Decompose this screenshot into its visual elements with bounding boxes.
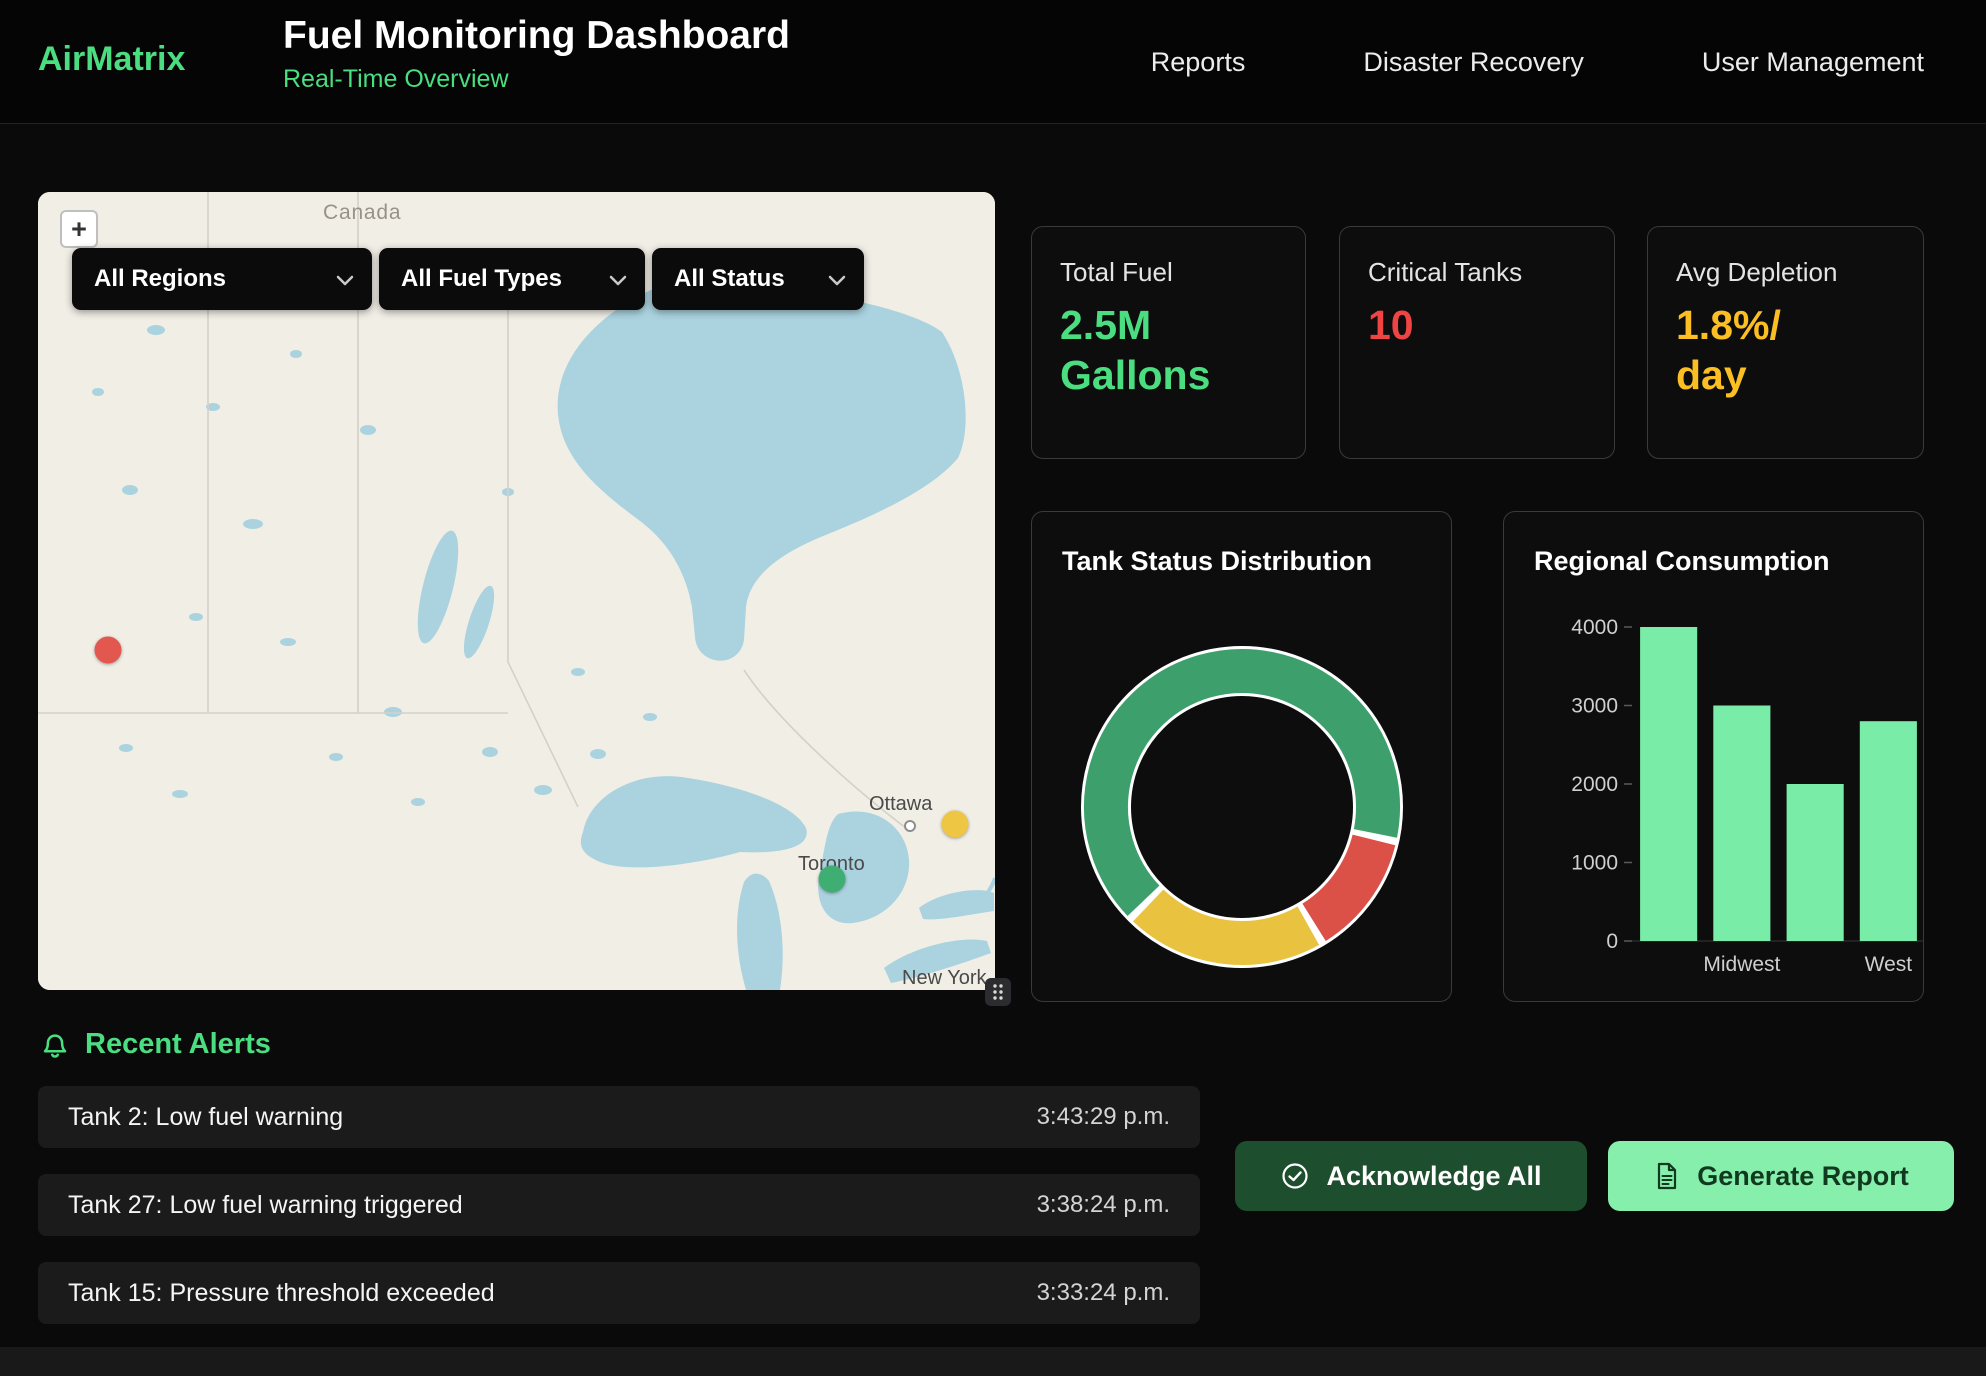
resize-handle[interactable] [985, 978, 1011, 1006]
zoom-in-button[interactable]: + [60, 210, 98, 248]
alert-time: 3:38:24 p.m. [1037, 1191, 1170, 1219]
consumption-bar-0 [1640, 627, 1697, 941]
alert-message: Tank 15: Pressure threshold exceeded [68, 1279, 495, 1308]
consumption-bar-3 [1860, 721, 1917, 941]
y-axis-tick-label: 2000 [1571, 773, 1618, 796]
fuel-type-filter-dropdown[interactable]: All Fuel Types [379, 248, 645, 310]
bell-icon [40, 1030, 70, 1060]
ottawa-city-dot [904, 820, 916, 832]
recent-alerts-heading: Recent Alerts [40, 1028, 271, 1061]
stat-card-total-fuel: Total Fuel 2.5M Gallons [1031, 226, 1306, 459]
tank-marker-normal[interactable] [819, 866, 846, 893]
title-block: Fuel Monitoring Dashboard Real-Time Over… [283, 14, 790, 94]
tank-marker-warning[interactable] [942, 811, 969, 838]
fuel-tank-map[interactable]: + All Regions All Fuel Types All Status … [38, 192, 995, 990]
tank-status-donut-chart [1072, 637, 1412, 977]
recent-alerts-title: Recent Alerts [85, 1028, 271, 1061]
consumption-bar-2 [1787, 784, 1844, 941]
y-axis-tick-label: 1000 [1571, 852, 1618, 875]
chevron-down-icon [828, 265, 846, 293]
generate-report-button[interactable]: Generate Report [1608, 1141, 1954, 1211]
alert-time: 3:43:29 p.m. [1037, 1103, 1170, 1131]
region-filter-dropdown[interactable]: All Regions [72, 248, 372, 310]
regional-consumption-card: Regional Consumption 0 1000 2000 3000 4000 Mi… [1503, 511, 1924, 1002]
stat-card-avg-depletion: Avg Depletion 1.8%/ day [1647, 226, 1924, 459]
regional-consumption-bar-chart: 0 1000 2000 3000 4000 Midwest West [1560, 605, 1924, 1002]
map-label-canada: Canada [323, 201, 401, 225]
chevron-down-icon [609, 265, 627, 293]
map-label-new-york: New York [902, 967, 987, 990]
tank-marker-critical[interactable] [95, 637, 122, 664]
stat-value-critical-tanks: 10 [1368, 300, 1586, 350]
recent-alerts-section: Recent Alerts Tank 2: Low fuel warning 3… [0, 1000, 1986, 1350]
y-axis-tick-label: 0 [1606, 930, 1618, 953]
main-nav: Reports Disaster Recovery User Managemen… [1151, 0, 1924, 124]
alert-row[interactable]: Tank 15: Pressure threshold exceeded 3:3… [38, 1262, 1200, 1324]
tank-status-distribution-card: Tank Status Distribution [1031, 511, 1452, 1002]
stat-label: Avg Depletion [1676, 257, 1895, 288]
acknowledge-all-button[interactable]: Acknowledge All [1235, 1141, 1587, 1211]
alert-row[interactable]: Tank 2: Low fuel warning 3:43:29 p.m. [38, 1086, 1200, 1148]
region-filter-label: All Regions [94, 265, 226, 293]
alert-time: 3:33:24 p.m. [1037, 1279, 1170, 1307]
brand-logo[interactable]: AirMatrix [38, 40, 185, 79]
acknowledge-all-label: Acknowledge All [1326, 1161, 1541, 1192]
page-title: Fuel Monitoring Dashboard [283, 14, 790, 58]
chart-title: Tank Status Distribution [1062, 546, 1421, 577]
nav-reports[interactable]: Reports [1151, 47, 1246, 78]
document-icon [1653, 1161, 1681, 1191]
generate-report-label: Generate Report [1697, 1161, 1909, 1192]
stat-value-avg-depletion: 1.8%/ day [1676, 300, 1895, 400]
consumption-bar-1 [1713, 706, 1770, 942]
map-label-ottawa: Ottawa [869, 793, 932, 816]
nav-disaster-recovery[interactable]: Disaster Recovery [1363, 47, 1584, 78]
stat-card-critical-tanks: Critical Tanks 10 [1339, 226, 1615, 459]
grip-dots-icon [990, 981, 1006, 1003]
y-axis-tick-label: 3000 [1571, 695, 1618, 718]
bottom-strip [0, 1347, 1986, 1376]
nav-user-management[interactable]: User Management [1702, 47, 1924, 78]
stat-value-total-fuel: 2.5M Gallons [1060, 300, 1277, 400]
fuel-type-filter-label: All Fuel Types [401, 265, 562, 293]
x-axis-label: West [1865, 953, 1913, 976]
alert-row[interactable]: Tank 27: Low fuel warning triggered 3:38… [38, 1174, 1200, 1236]
alert-message: Tank 2: Low fuel warning [68, 1103, 343, 1132]
status-filter-dropdown[interactable]: All Status [652, 248, 864, 310]
x-axis-label: Midwest [1703, 953, 1780, 976]
page-subtitle: Real-Time Overview [283, 65, 790, 94]
chart-title: Regional Consumption [1534, 546, 1893, 577]
stat-label: Critical Tanks [1368, 257, 1586, 288]
chevron-down-icon [336, 265, 354, 293]
status-filter-label: All Status [674, 265, 785, 293]
map-filters: All Regions All Fuel Types All Status [72, 248, 864, 310]
header: AirMatrix Fuel Monitoring Dashboard Real… [0, 0, 1986, 124]
check-circle-icon [1280, 1161, 1310, 1191]
y-axis-tick-label: 4000 [1571, 616, 1618, 639]
alert-message: Tank 27: Low fuel warning triggered [68, 1191, 463, 1220]
stat-label: Total Fuel [1060, 257, 1277, 288]
